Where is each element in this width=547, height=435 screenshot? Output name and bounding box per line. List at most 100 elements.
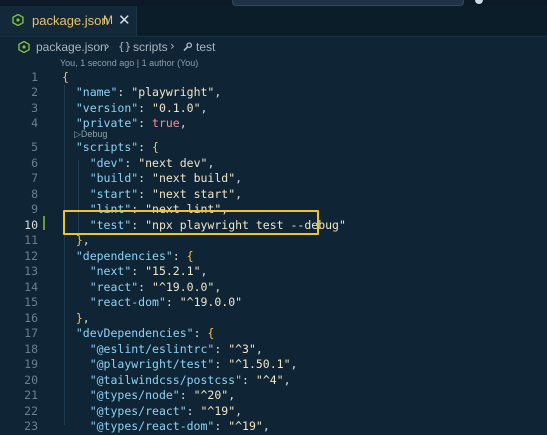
code-token: "dependencies" bbox=[75, 248, 173, 263]
code-line[interactable]: 4 "private": true, bbox=[0, 116, 547, 132]
line-number: 12 bbox=[24, 248, 38, 263]
code-line[interactable]: 5 "scripts": { bbox=[0, 140, 547, 156]
code-token: { bbox=[62, 69, 69, 84]
code-token: : bbox=[186, 403, 201, 418]
code-text: "@types/react": "^19", bbox=[62, 404, 242, 420]
code-token: : bbox=[138, 186, 153, 201]
line-number: 13 bbox=[24, 264, 38, 278]
code-token: , bbox=[179, 116, 187, 130]
code-token: "^4" bbox=[255, 372, 284, 387]
code-token: } bbox=[75, 233, 83, 247]
code-line[interactable]: 19 "@playwright/test": "^1.50.1", bbox=[0, 357, 547, 373]
code-text: "start": "next start", bbox=[62, 187, 242, 203]
tab-bar: package.json M ✕ bbox=[0, 6, 547, 37]
code-token: "private" bbox=[75, 116, 139, 130]
code-token: "next dev" bbox=[138, 155, 208, 170]
line-number: 1 bbox=[31, 69, 38, 84]
line-number: 4 bbox=[31, 116, 38, 130]
code-text: "react-dom": "^19.0.0" bbox=[62, 295, 242, 311]
line-number: 22 bbox=[24, 403, 38, 418]
code-line[interactable]: 16 }, bbox=[0, 311, 547, 327]
code-token: , bbox=[283, 372, 291, 387]
code-text: "name": "playwright", bbox=[62, 85, 221, 101]
code-line[interactable]: 22 "@types/react": "^19", bbox=[0, 404, 547, 420]
breadcrumb-scripts[interactable]: scripts bbox=[133, 40, 168, 54]
code-line[interactable]: 17 "devDependencies": { bbox=[0, 326, 547, 342]
code-text: }, bbox=[62, 311, 90, 327]
chevron-right-icon: › bbox=[170, 39, 175, 53]
code-line[interactable]: 15 "react-dom": "^19.0.0" bbox=[0, 295, 547, 311]
git-blame-codelens[interactable]: You, 1 second ago | 1 author (You) bbox=[60, 58, 198, 68]
close-icon[interactable]: ✕ bbox=[118, 11, 131, 29]
code-text: "next": "15.2.1", bbox=[62, 264, 208, 280]
modified-badge: M bbox=[103, 13, 113, 27]
code-line[interactable]: 14 "react": "^19.0.0", bbox=[0, 280, 547, 296]
code-text: "@eslint/eslintrc": "^3", bbox=[62, 342, 263, 358]
code-token: : bbox=[214, 419, 229, 433]
code-token: , bbox=[200, 264, 208, 278]
code-text: "build": "next build", bbox=[62, 171, 242, 187]
code-token: "@types/node" bbox=[89, 388, 180, 402]
code-text: { bbox=[62, 70, 69, 86]
code-line[interactable]: 11 }, bbox=[0, 233, 547, 249]
line-number: 7 bbox=[31, 171, 38, 185]
code-token: { bbox=[207, 326, 215, 340]
code-token: , bbox=[200, 100, 208, 115]
code-line[interactable]: 23 "@types/react-dom": "^19", bbox=[0, 419, 547, 435]
breadcrumb-test[interactable]: test bbox=[196, 40, 215, 54]
code-token: : bbox=[214, 341, 229, 356]
breadcrumb-file[interactable]: package.json bbox=[36, 40, 107, 54]
tab-package-json[interactable]: package.json M ✕ bbox=[0, 6, 137, 36]
code-token: "version" bbox=[75, 100, 139, 115]
code-token: "devDependencies" bbox=[75, 326, 194, 340]
object-icon: {} bbox=[118, 40, 132, 53]
code-line[interactable]: 12 "dependencies": { bbox=[0, 249, 547, 265]
line-number: 16 bbox=[24, 310, 38, 325]
code-token: "15.2.1" bbox=[145, 264, 201, 278]
code-token: "^19" bbox=[228, 419, 263, 433]
code-token: "^19.0.0" bbox=[152, 279, 215, 294]
tab-filename: package.json bbox=[32, 13, 109, 28]
code-line[interactable]: 1{ bbox=[0, 70, 547, 86]
code-token: , bbox=[235, 171, 243, 185]
code-line[interactable]: 6 "dev": "next dev", bbox=[0, 156, 547, 172]
code-token: "next build" bbox=[152, 171, 236, 185]
code-token: : bbox=[179, 388, 194, 402]
code-token: : bbox=[138, 100, 153, 115]
code-token: "scripts" bbox=[75, 140, 139, 154]
code-token: : bbox=[172, 248, 187, 263]
code-line[interactable]: 21 "@types/node": "^20", bbox=[0, 388, 547, 404]
code-text: "devDependencies": { bbox=[62, 326, 215, 342]
code-token: : bbox=[138, 140, 153, 154]
code-token: , bbox=[262, 419, 270, 433]
code-token: , bbox=[228, 388, 236, 402]
code-line[interactable]: 2 "name": "playwright", bbox=[0, 85, 547, 101]
line-number: 14 bbox=[24, 279, 38, 294]
code-line[interactable]: 18 "@eslint/eslintrc": "^3", bbox=[0, 342, 547, 358]
code-line[interactable]: 20 "@tailwindcss/postcss": "^4", bbox=[0, 373, 547, 389]
code-line[interactable]: 8 "start": "next start", bbox=[0, 187, 547, 203]
code-line[interactable]: 7 "build": "next build", bbox=[0, 171, 547, 187]
line-number: 8 bbox=[31, 186, 38, 201]
code-line[interactable]: 3 "version": "0.1.0", bbox=[0, 101, 547, 117]
code-line[interactable]: 13 "next": "15.2.1", bbox=[0, 264, 547, 280]
code-text: "private": true, bbox=[62, 116, 187, 132]
code-token: "build" bbox=[89, 171, 139, 185]
line-number: 23 bbox=[24, 419, 38, 433]
code-token: { bbox=[152, 140, 159, 154]
code-token: "@types/react-dom" bbox=[89, 419, 215, 433]
code-token: "0.1.0" bbox=[152, 100, 201, 115]
code-token: : bbox=[214, 357, 229, 371]
code-text: "dependencies": { bbox=[62, 249, 194, 265]
